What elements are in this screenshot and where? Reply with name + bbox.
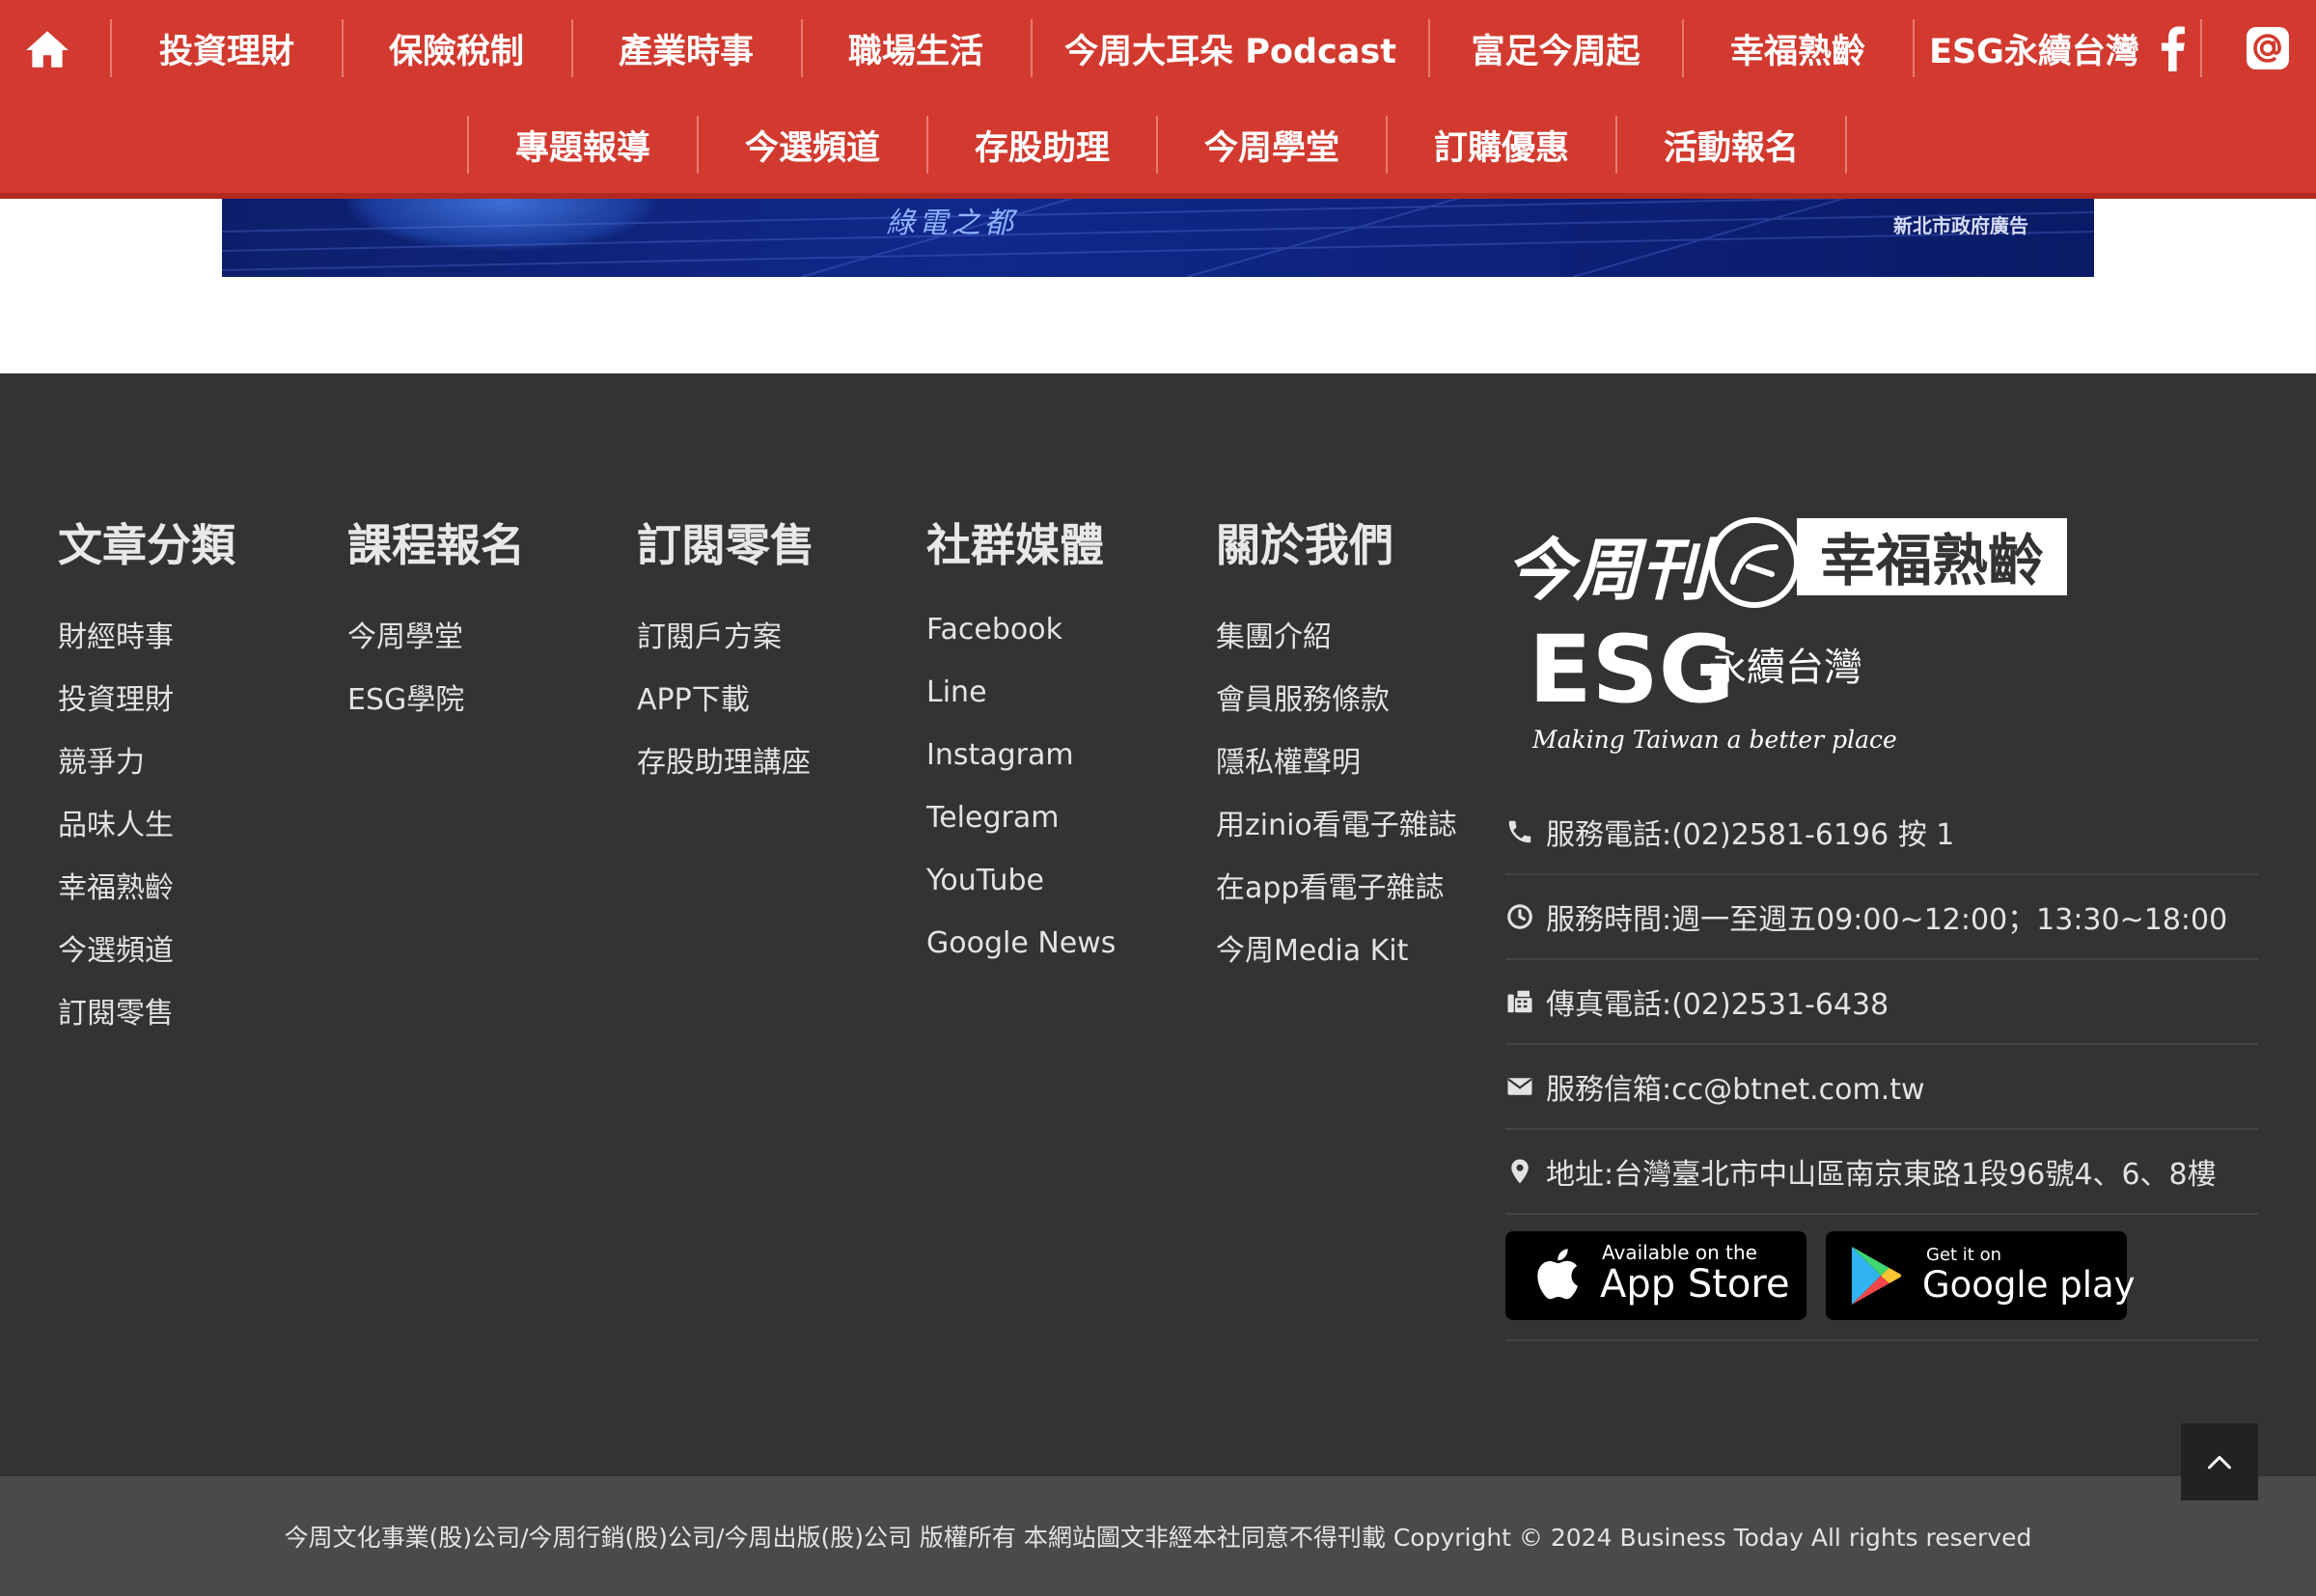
contact-hours: 服務時間:週一至週五09:00~12:00；13:30~18:00: [1505, 875, 2258, 960]
footer-link[interactable]: ESG學院: [347, 675, 464, 738]
clock-icon: [1507, 904, 1532, 929]
nav-item-esg[interactable]: ESG永續台灣: [1915, 0, 2154, 96]
nav-item-stock-assistant[interactable]: 存股助理: [928, 96, 1156, 193]
column-links: 集團介紹 會員服務條款 隱私權聲明 用zinio看電子雜誌 在app看電子雜誌 …: [1216, 613, 1457, 989]
contact-phone-text: 服務電話:(02)2581-6196 按 1: [1546, 818, 1955, 852]
banner-slogan: 綠電之都: [886, 206, 1017, 240]
footer-link-google-news[interactable]: Google News: [926, 926, 1116, 989]
home-icon[interactable]: [23, 25, 71, 73]
app-store-button[interactable]: Available on the App Store: [1505, 1231, 1806, 1320]
footer-link[interactable]: 品味人生: [58, 801, 174, 864]
map-pin-icon: [1511, 1159, 1529, 1184]
contact-address: 地址:台灣臺北市中山區南京東路1段96號4、6、8樓: [1505, 1130, 2258, 1215]
contact-phone: 服務電話:(02)2581-6196 按 1: [1505, 790, 2258, 875]
mail-icon: [1507, 1078, 1532, 1095]
nav-item-investment[interactable]: 投資理財: [114, 0, 340, 96]
contact-email: 服務信箱:cc@btnet.com.tw: [1505, 1045, 2258, 1130]
nav-separator: [110, 19, 112, 77]
google-play-small-text: Get it on: [1926, 1245, 2002, 1265]
contact-fax: 傳真電話:(02)2531-6438: [1505, 960, 2258, 1045]
app-download-buttons: Available on the App Store Get it on Goo…: [1505, 1231, 2258, 1341]
nav-item-insurance-tax[interactable]: 保險稅制: [344, 0, 569, 96]
contact-hours-text: 服務時間:週一至週五09:00~12:00；13:30~18:00: [1546, 903, 2228, 937]
footer-link[interactable]: 投資理財: [58, 675, 174, 738]
footer-link[interactable]: 今周Media Kit: [1216, 926, 1457, 989]
nav-item-special-report[interactable]: 專題報導: [469, 96, 697, 193]
column-links: 財經時事 投資理財 競爭力 品味人生 幸福熟齡 今選頻道 訂閱零售: [58, 613, 174, 1052]
nav-separator: [1845, 116, 1847, 174]
footer-link[interactable]: 用zinio看電子雜誌: [1216, 801, 1457, 864]
facebook-icon[interactable]: [2158, 25, 2187, 71]
nav-item-podcast[interactable]: 今周大耳朵 Podcast: [1033, 0, 1428, 96]
column-links: 訂閱戶方案 APP下載 存股助理講座: [637, 613, 811, 801]
nav-separator: [2200, 19, 2202, 77]
svg-text:永續台灣: 永續台灣: [1708, 646, 1862, 690]
footer-link[interactable]: 隱私權聲明: [1216, 738, 1457, 801]
nav-item-event-signup[interactable]: 活動報名: [1617, 96, 1845, 193]
nav-item-industry-news[interactable]: 產業時事: [573, 0, 799, 96]
footer-link-facebook[interactable]: Facebook: [926, 613, 1116, 675]
footer-link[interactable]: 集團介紹: [1216, 613, 1457, 675]
footer-link-line[interactable]: Line: [926, 675, 1116, 738]
back-to-top-button[interactable]: [2181, 1423, 2258, 1500]
svg-text:ESG: ESG: [1529, 616, 1735, 724]
logo-happy-aging: 幸福熟齡: [1709, 517, 2067, 608]
footer-link[interactable]: 今周學堂: [347, 613, 464, 675]
footer-link-telegram[interactable]: Telegram: [926, 801, 1116, 864]
google-play-button[interactable]: Get it on Google play: [1826, 1231, 2136, 1320]
column-title: 文章分類: [58, 519, 235, 571]
svg-text:幸福熟齡: 幸福熟齡: [1820, 528, 2044, 593]
footer-link[interactable]: 競爭力: [58, 738, 174, 801]
banner-pattern: [222, 193, 2094, 277]
footer-link[interactable]: 幸福熟齡: [58, 864, 174, 926]
footer-link-youtube[interactable]: YouTube: [926, 864, 1116, 926]
footer-link[interactable]: APP下載: [637, 675, 811, 738]
contact-address-text: 地址:台灣臺北市中山區南京東路1段96號4、6、8樓: [1546, 1158, 2217, 1192]
column-title: 關於我們: [1216, 519, 1393, 571]
chevron-up-icon: [2208, 1455, 2231, 1470]
app-store-big-text: App Store: [1600, 1262, 1790, 1307]
column-title: 課程報名: [347, 519, 525, 571]
contact-email-text[interactable]: 服務信箱:cc@btnet.com.tw: [1546, 1065, 1925, 1108]
footer-link[interactable]: 會員服務條款: [1216, 675, 1457, 738]
google-play-icon: [1852, 1247, 1902, 1305]
footer-link[interactable]: 今選頻道: [58, 926, 174, 989]
banner-ad-label: 新北市政府廣告: [1893, 214, 2028, 237]
footer-link[interactable]: 訂閱戶方案: [637, 613, 811, 675]
footer-link[interactable]: 訂閱零售: [58, 989, 174, 1052]
column-links: Facebook Line Instagram Telegram YouTube…: [926, 613, 1116, 989]
ad-banner[interactable]: 綠電之都 新北市政府廣告: [222, 193, 2094, 277]
nav-item-subscription-offer[interactable]: 訂購優惠: [1388, 96, 1615, 193]
contact-fax-text: 傳真電話:(02)2531-6438: [1546, 988, 1889, 1022]
footer-link[interactable]: 存股助理講座: [637, 738, 811, 801]
copyright-bar: 今周文化事業(股)公司/今周行銷(股)公司/今周出版(股)公司 版權所有 本網站…: [0, 1476, 2316, 1596]
nav-item-career-life[interactable]: 職場生活: [803, 0, 1029, 96]
copyright-text: 今周文化事業(股)公司/今周行銷(股)公司/今周出版(股)公司 版權所有 本網站…: [284, 1524, 2032, 1552]
apple-icon: [1537, 1249, 1578, 1300]
logo-business-today: 今周刊: [1505, 530, 1718, 610]
footer-link-instagram[interactable]: Instagram: [926, 738, 1116, 801]
phone-icon: [1508, 820, 1531, 843]
top-navigation: 投資理財 保險稅制 產業時事 職場生活 今周大耳朵 Podcast 富足今周起 …: [0, 0, 2316, 193]
nav-item-wealth[interactable]: 富足今周起: [1430, 0, 1681, 96]
contact-info: 服務電話:(02)2581-6196 按 1 服務時間:週一至週五09:00~1…: [1505, 790, 2258, 1215]
app-store-small-text: Available on the: [1602, 1241, 1757, 1264]
footer-link[interactable]: 在app看電子雜誌: [1216, 864, 1457, 926]
column-links: 今周學堂 ESG學院: [347, 613, 464, 738]
site-footer: 文章分類 財經時事 投資理財 競爭力 品味人生 幸福熟齡 今選頻道 訂閱零售 課…: [0, 373, 2316, 1476]
nav-item-happy-aging[interactable]: 幸福熟齡: [1684, 0, 1912, 96]
nav-item-academy[interactable]: 今周學堂: [1158, 96, 1386, 193]
svg-text:Making Taiwan a better place: Making Taiwan a better place: [1531, 726, 1897, 754]
at-sign-icon[interactable]: [2245, 25, 2291, 71]
column-title: 訂閱零售: [637, 519, 814, 571]
google-play-big-text: Google play: [1922, 1264, 2136, 1306]
brand-logos: 今周刊 幸福熟齡 ESG 永續台灣 Making Taiwan a better…: [1505, 517, 2067, 754]
footer-link[interactable]: 財經時事: [58, 613, 174, 675]
nav-item-selected-channel[interactable]: 今選頻道: [699, 96, 926, 193]
column-title: 社群媒體: [926, 519, 1104, 571]
logo-esg-taiwan: ESG 永續台灣 Making Taiwan a better place: [1529, 616, 1897, 754]
fax-icon: [1507, 990, 1532, 1013]
